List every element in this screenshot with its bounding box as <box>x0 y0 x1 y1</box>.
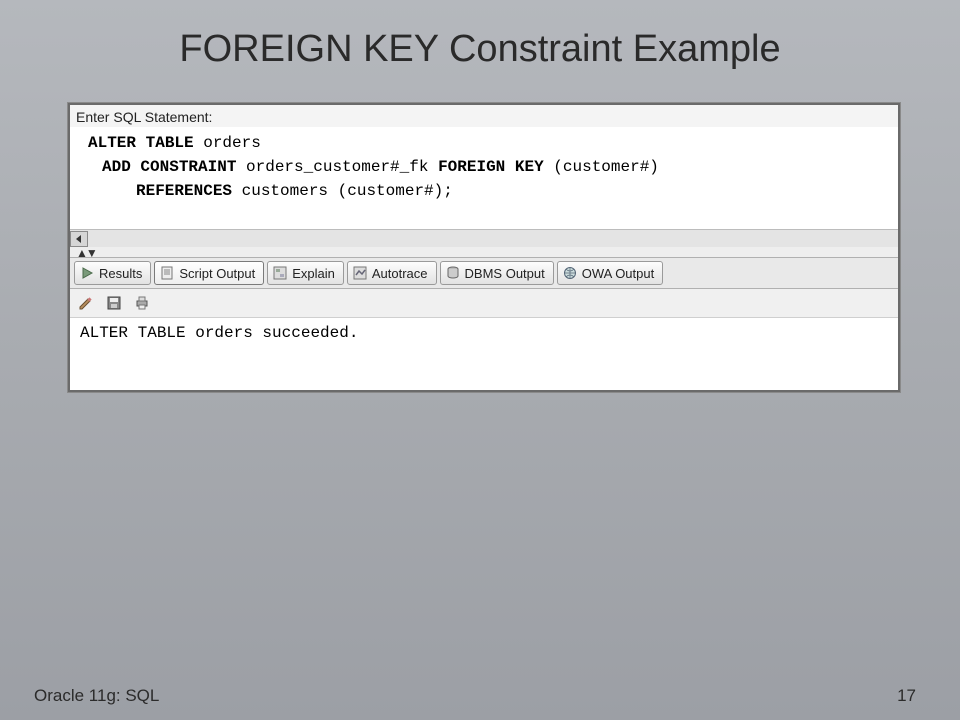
explain-icon <box>272 265 288 281</box>
kw-add-constraint: ADD CONSTRAINT <box>102 158 236 176</box>
script-output-area[interactable]: ALTER TABLE orders succeeded. <box>70 318 898 390</box>
tab-explain[interactable]: Explain <box>267 261 344 285</box>
sql-line-1: ALTER TABLE orders <box>88 131 888 155</box>
print-icon[interactable] <box>132 293 152 313</box>
scroll-left-arrow-icon[interactable] <box>70 231 88 247</box>
sql-app-panel: Enter SQL Statement: ALTER TABLE orders … <box>68 103 900 392</box>
kw-references: REFERENCES <box>136 182 232 200</box>
play-icon <box>79 265 95 281</box>
sql-text: orders_customer#_fk <box>236 158 438 176</box>
sql-prompt-label: Enter SQL Statement: <box>70 105 898 127</box>
tab-script-output[interactable]: Script Output <box>154 261 264 285</box>
output-toolbar <box>70 289 898 318</box>
sql-text: orders <box>194 134 261 152</box>
globe-icon <box>562 265 578 281</box>
sql-text: customers (customer#); <box>232 182 453 200</box>
slide-title: FOREIGN KEY Constraint Example <box>0 0 960 91</box>
tab-label: DBMS Output <box>465 266 545 281</box>
tab-dbms-output[interactable]: DBMS Output <box>440 261 554 285</box>
autotrace-icon <box>352 265 368 281</box>
database-icon <box>445 265 461 281</box>
tab-label: OWA Output <box>582 266 655 281</box>
tab-label: Explain <box>292 266 335 281</box>
tab-label: Autotrace <box>372 266 428 281</box>
slide-footer: Oracle 11g: SQL 17 <box>0 686 960 706</box>
output-message: ALTER TABLE orders succeeded. <box>80 324 888 342</box>
sql-line-3: REFERENCES customers (customer#); <box>88 179 888 203</box>
pane-splitter[interactable]: ▲▼ <box>70 247 898 257</box>
edit-icon[interactable] <box>76 293 96 313</box>
save-icon[interactable] <box>104 293 124 313</box>
kw-foreign-key: FOREIGN KEY <box>438 158 544 176</box>
horizontal-scrollbar[interactable] <box>70 229 898 247</box>
tab-label: Script Output <box>179 266 255 281</box>
sql-text: (customer#) <box>544 158 659 176</box>
tab-results[interactable]: Results <box>74 261 151 285</box>
sql-editor[interactable]: ALTER TABLE orders ADD CONSTRAINT orders… <box>70 127 898 229</box>
splitter-handle-icon: ▲▼ <box>76 246 96 260</box>
output-tabbar: Results Script Output Explain Autotrace … <box>70 257 898 289</box>
tab-autotrace[interactable]: Autotrace <box>347 261 437 285</box>
footer-page-number: 17 <box>897 686 916 706</box>
kw-alter-table: ALTER TABLE <box>88 134 194 152</box>
script-icon <box>159 265 175 281</box>
sql-line-2: ADD CONSTRAINT orders_customer#_fk FOREI… <box>88 155 888 179</box>
tab-label: Results <box>99 266 142 281</box>
footer-left: Oracle 11g: SQL <box>34 686 159 706</box>
tab-owa-output[interactable]: OWA Output <box>557 261 664 285</box>
